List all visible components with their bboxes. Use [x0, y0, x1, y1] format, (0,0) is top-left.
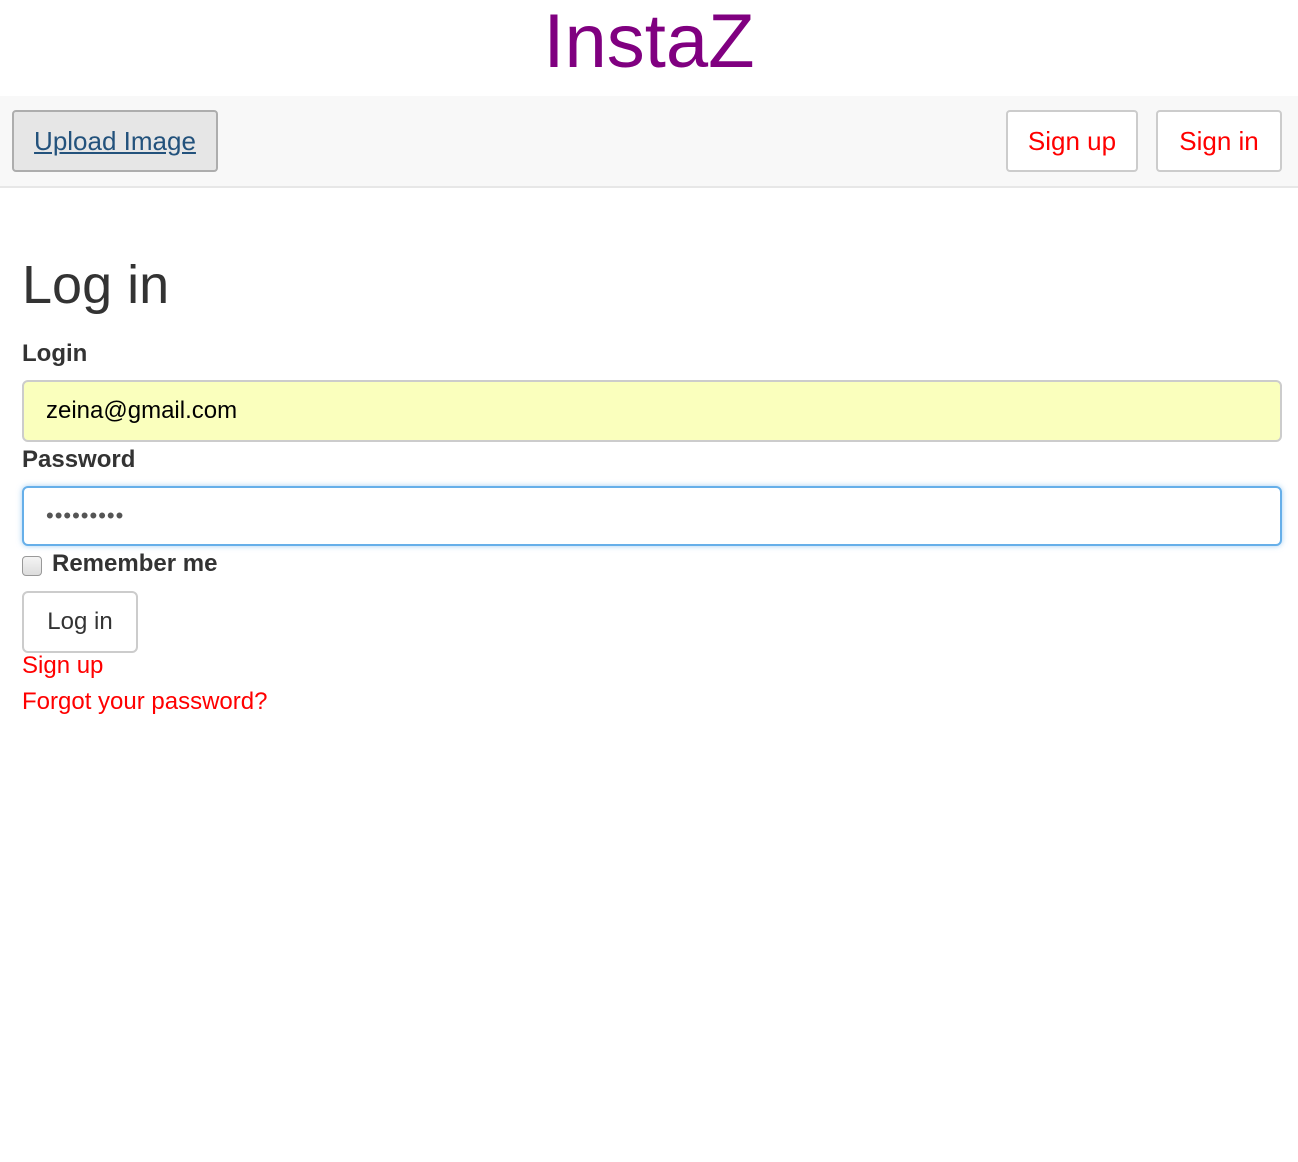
remember-me-checkbox[interactable] [22, 556, 42, 576]
remember-me-label[interactable]: Remember me [52, 550, 217, 578]
password-field[interactable]: ••••••••• [22, 486, 1282, 546]
login-email-field[interactable]: zeina@gmail.com [22, 380, 1282, 442]
login-label: Login [22, 340, 88, 367]
log-in-button[interactable]: Log in [22, 591, 138, 653]
upload-image-button[interactable]: Upload Image [12, 110, 218, 172]
navbar-sign-up-button[interactable]: Sign up [1006, 110, 1138, 172]
sign-up-link[interactable]: Sign up [22, 652, 103, 680]
forgot-password-link[interactable]: Forgot your password? [22, 688, 267, 716]
brand-logo-text[interactable]: InstaZ [543, 4, 754, 80]
page-title: Log in [22, 255, 170, 315]
remember-me-row: Remember me [22, 550, 217, 578]
password-label: Password [22, 446, 136, 473]
navbar: Upload Image Sign up Sign in [0, 96, 1298, 188]
brand-header: InstaZ [0, 0, 1298, 96]
navbar-sign-in-button[interactable]: Sign in [1156, 110, 1282, 172]
